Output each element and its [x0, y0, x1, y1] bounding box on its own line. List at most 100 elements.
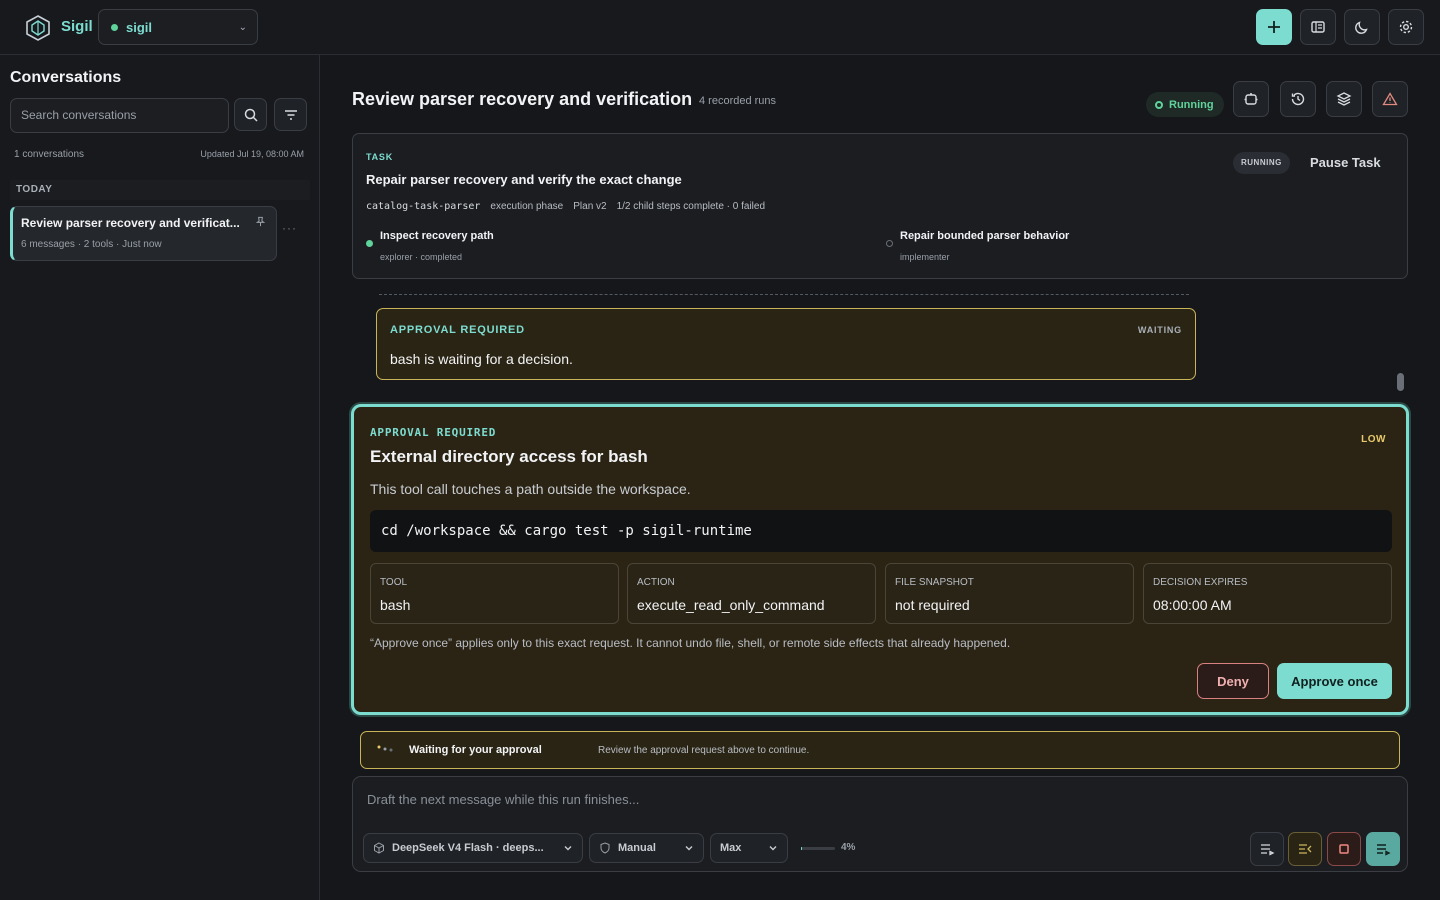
- message-input[interactable]: Draft the next message while this run fi…: [367, 792, 639, 807]
- sigil-logo-icon: [26, 15, 50, 41]
- status-badge: Running: [1146, 92, 1224, 117]
- divider: [379, 294, 1189, 295]
- approval-card: APPROVAL REQUIRED LOW External directory…: [351, 404, 1409, 715]
- risk-badge: LOW: [1361, 434, 1386, 445]
- send-list-icon: [1377, 844, 1391, 856]
- moon-icon: [1355, 21, 1368, 34]
- workspace-select[interactable]: sigil ⌄: [98, 9, 258, 45]
- task-title: Repair parser recovery and verify the ex…: [366, 172, 682, 187]
- effort-label: Max: [720, 842, 742, 854]
- step-pending-dot: [886, 240, 893, 247]
- gear-icon: [1399, 20, 1413, 34]
- mode-label: Manual: [618, 842, 656, 854]
- fact-decision-expires: DECISION EXPIRES 08:00:00 AM: [1143, 563, 1392, 624]
- top-bar: Sigil sigil ⌄: [0, 0, 1440, 55]
- chevron-down-icon: [769, 846, 777, 851]
- message-composer: Draft the next message while this run fi…: [352, 776, 1408, 872]
- new-conversation-button[interactable]: [1256, 9, 1292, 45]
- warning-icon: [1382, 92, 1398, 106]
- sidebar: Conversations Search conversations 1 con…: [0, 55, 320, 900]
- task-plan: Plan v2: [573, 201, 607, 212]
- search-input[interactable]: Search conversations: [10, 98, 229, 133]
- task-tag: TASK: [366, 152, 394, 162]
- context-usage-fill: [801, 847, 803, 850]
- settings-button[interactable]: [1388, 9, 1424, 45]
- section-header-today: TODAY: [10, 180, 310, 200]
- task-phase: execution phase: [490, 201, 564, 212]
- task-status-badge: RUNNING: [1233, 152, 1290, 174]
- stop-button[interactable]: [1327, 832, 1361, 866]
- approval-notice-text: bash is waiting for a decision.: [390, 351, 573, 367]
- page-title: Review parser recovery and verification: [352, 89, 693, 109]
- scrollbar-thumb[interactable]: [1397, 373, 1404, 391]
- pin-icon[interactable]: [255, 216, 266, 227]
- waiting-title: Waiting for your approval: [409, 744, 542, 756]
- history-button[interactable]: [1280, 81, 1316, 117]
- steer-button[interactable]: [1288, 832, 1322, 866]
- approve-once-button[interactable]: Approve once: [1277, 663, 1392, 699]
- model-label: DeepSeek V4 Flash · deeps...: [392, 842, 544, 854]
- robot-icon: [1244, 93, 1258, 105]
- context-usage-bar: [801, 847, 835, 850]
- step-meta: explorer · completed: [380, 252, 463, 262]
- task-id: catalog-task-parser: [366, 201, 481, 212]
- workspace-status-dot: [111, 24, 118, 31]
- task-progress: 1/2 child steps complete · 0 failed: [616, 201, 766, 212]
- cube-icon: [374, 842, 384, 854]
- conversation-item[interactable]: Review parser recovery and verificat... …: [10, 206, 277, 261]
- fact-value: execute_read_only_command: [637, 597, 825, 613]
- main-panel: Review parser recovery and verification …: [320, 55, 1440, 900]
- filter-button[interactable]: [274, 98, 307, 131]
- fact-value: 08:00:00 AM: [1153, 597, 1232, 613]
- waiting-subtitle: Review the approval request above to con…: [598, 745, 810, 756]
- fact-value: bash: [380, 597, 411, 613]
- layers-button[interactable]: [1326, 81, 1362, 117]
- approval-note: “Approve once” applies only to this exac…: [370, 636, 1011, 650]
- conversation-more-icon[interactable]: ···: [282, 221, 297, 235]
- theme-toggle-button[interactable]: [1344, 9, 1380, 45]
- steer-icon: [1299, 844, 1312, 854]
- fact-value: not required: [895, 597, 970, 613]
- fact-action: ACTION execute_read_only_command: [627, 563, 876, 624]
- recorded-runs: 4 recorded runs: [699, 95, 777, 107]
- task-details: catalog-task-parser execution phase Plan…: [366, 201, 765, 212]
- agent-button[interactable]: [1233, 81, 1269, 117]
- approval-notice-state: WAITING: [1137, 325, 1182, 335]
- chevron-down-icon: ⌄: [238, 22, 247, 33]
- deny-button[interactable]: Deny: [1197, 663, 1269, 699]
- sidebar-title: Conversations: [10, 69, 122, 86]
- approval-description: This tool call touches a path outside th…: [370, 481, 691, 497]
- chevron-down-icon: [685, 846, 693, 851]
- step-complete-dot: [366, 240, 373, 247]
- search-button[interactable]: [234, 98, 267, 131]
- status-ring-icon: [1155, 100, 1163, 109]
- fact-label: FILE SNAPSHOT: [895, 577, 974, 588]
- model-select[interactable]: DeepSeek V4 Flash · deeps...: [363, 833, 583, 863]
- task-card: TASK Repair parser recovery and verify t…: [352, 133, 1408, 279]
- context-usage-percent: 4%: [841, 842, 856, 853]
- panel-icon: [1311, 21, 1325, 33]
- approval-mode-select[interactable]: Manual: [589, 833, 704, 863]
- effort-select[interactable]: Max: [710, 833, 788, 863]
- filter-icon: [284, 109, 297, 120]
- workspace-label: sigil: [126, 20, 153, 35]
- send-button[interactable]: [1366, 832, 1400, 866]
- search-icon: [244, 108, 258, 122]
- stop-icon: [1339, 844, 1349, 854]
- toggle-panel-button[interactable]: [1300, 9, 1336, 45]
- updated-timestamp: Updated Jul 19, 08:00 AM: [200, 149, 304, 159]
- pause-task-button[interactable]: Pause Task: [1310, 155, 1381, 170]
- fact-tool: TOOL bash: [370, 563, 619, 624]
- conversation-meta: 6 messages · 2 tools · Just now: [21, 239, 162, 250]
- alert-button[interactable]: [1372, 81, 1408, 117]
- layers-icon: [1336, 92, 1352, 106]
- fact-label: DECISION EXPIRES: [1153, 577, 1248, 588]
- history-icon: [1291, 92, 1305, 106]
- fact-file-snapshot: FILE SNAPSHOT not required: [885, 563, 1134, 624]
- step-name: Inspect recovery path: [380, 230, 494, 242]
- conversation-title: Review parser recovery and verificat...: [21, 216, 240, 230]
- queue-message-button[interactable]: [1250, 832, 1284, 866]
- waiting-banner: Waiting for your approval Review the app…: [360, 731, 1400, 769]
- approval-notice: APPROVAL REQUIRED WAITING bash is waitin…: [376, 308, 1196, 380]
- queue-icon: [1261, 844, 1275, 856]
